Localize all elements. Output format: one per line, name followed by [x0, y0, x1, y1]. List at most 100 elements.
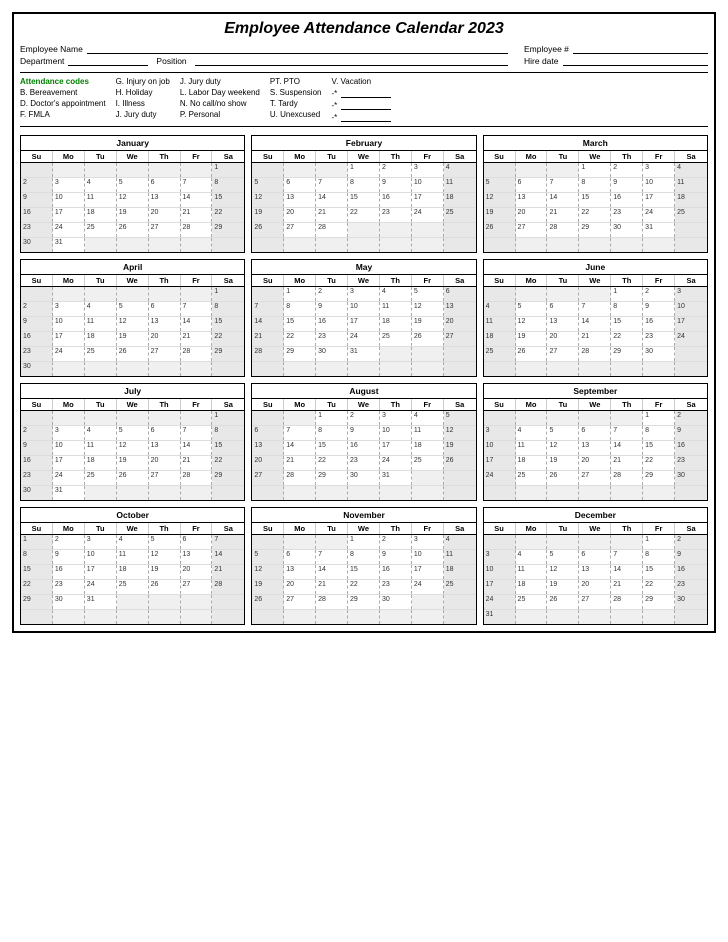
day-9: 9	[380, 550, 412, 564]
day-number: 18	[87, 209, 95, 216]
day-number: 6	[581, 427, 585, 434]
day-header-we: We	[117, 151, 149, 162]
day-22: 22	[212, 208, 244, 222]
day-empty	[675, 610, 707, 624]
day-number: 21	[254, 333, 262, 340]
cal-row-1: AprilSuMoTuWeThFrSa123456789101112131415…	[20, 259, 708, 377]
day-empty	[117, 411, 149, 425]
day-28: 28	[547, 223, 579, 237]
day-number: 30	[677, 596, 685, 603]
day-number: 22	[645, 581, 653, 588]
day-number: 2	[55, 536, 59, 543]
day-number: 8	[613, 303, 617, 310]
day-empty	[643, 362, 675, 376]
day-number: 1	[645, 412, 649, 419]
day-1: 1	[348, 163, 380, 177]
day-27: 27	[284, 595, 316, 609]
day-empty	[212, 486, 244, 500]
day-number: 19	[119, 209, 127, 216]
day-header-mo: Mo	[284, 151, 316, 162]
month-title-december: December	[484, 508, 707, 523]
day-number: 9	[318, 303, 322, 310]
day-number: 12	[254, 566, 262, 573]
month-title-june: June	[484, 260, 707, 275]
day-17: 17	[53, 208, 85, 222]
day-3: 3	[675, 287, 707, 301]
day-10: 10	[412, 178, 444, 192]
day-13: 13	[516, 193, 548, 207]
week-4: 23242526272829	[21, 347, 244, 362]
cal-body: 1234567891011121314151617181920212223242…	[484, 163, 707, 252]
day-number: 23	[318, 333, 326, 340]
day-empty	[21, 610, 53, 624]
day-header-tu: Tu	[316, 151, 348, 162]
day-4: 4	[85, 426, 117, 440]
week-3: 20212223242526	[252, 456, 475, 471]
codes-col-2: G. Injury on job H. Holiday I. Illness J…	[116, 77, 170, 122]
day-29: 29	[21, 595, 53, 609]
day-empty	[444, 486, 476, 500]
day-empty	[547, 411, 579, 425]
day-23: 23	[21, 347, 53, 361]
day-30: 30	[348, 471, 380, 485]
day-empty	[252, 238, 284, 252]
day-1: 1	[316, 411, 348, 425]
day-empty	[149, 411, 181, 425]
day-22: 22	[611, 332, 643, 346]
day-13: 13	[149, 193, 181, 207]
day-number: 6	[549, 303, 553, 310]
day-19: 19	[484, 208, 516, 222]
hire-date-row: Hire date	[524, 56, 708, 66]
day-headers-row: SuMoTuWeThFrSa	[484, 523, 707, 535]
day-1: 1	[284, 287, 316, 301]
day-number: 17	[645, 194, 653, 201]
day-number: 31	[350, 348, 358, 355]
day-6: 6	[579, 550, 611, 564]
day-number: 17	[677, 318, 685, 325]
day-31: 31	[484, 610, 516, 624]
day-28: 28	[212, 580, 244, 594]
day-4: 4	[412, 411, 444, 425]
week-1: 891011121314	[21, 550, 244, 565]
week-2: 15161718192021	[21, 565, 244, 580]
day-number: 13	[518, 194, 526, 201]
day-empty	[316, 238, 348, 252]
day-9: 9	[643, 302, 675, 316]
day-number: 19	[518, 333, 526, 340]
month-june: JuneSuMoTuWeThFrSa1234567891011121314151…	[483, 259, 708, 377]
week-1: 78910111213	[252, 302, 475, 317]
day-27: 27	[547, 347, 579, 361]
day-9: 9	[675, 426, 707, 440]
day-number: 21	[613, 581, 621, 588]
day-number: 26	[254, 596, 262, 603]
day-number: 25	[87, 348, 95, 355]
day-7: 7	[284, 426, 316, 440]
day-number: 25	[414, 457, 422, 464]
day-8: 8	[348, 178, 380, 192]
day-number: 3	[677, 288, 681, 295]
day-number: 4	[382, 288, 386, 295]
day-5: 5	[117, 178, 149, 192]
day-number: 30	[23, 239, 31, 246]
day-header-su: Su	[484, 399, 516, 410]
day-number: 4	[414, 412, 418, 419]
day-26: 26	[412, 332, 444, 346]
day-number: 9	[677, 427, 681, 434]
day-number: 14	[286, 442, 294, 449]
day-empty	[579, 610, 611, 624]
day-24: 24	[380, 456, 412, 470]
codes-title: Attendance codes	[20, 77, 106, 86]
cal-body: 1234567891011121314151617181920212223242…	[484, 535, 707, 624]
day-number: 30	[350, 472, 358, 479]
week-1: 6789101112	[252, 426, 475, 441]
day-number: 18	[414, 442, 422, 449]
day-number: 13	[183, 551, 191, 558]
department-line	[68, 56, 148, 66]
day-28: 28	[579, 347, 611, 361]
day-empty	[149, 287, 181, 301]
day-number: 5	[119, 179, 123, 186]
day-number: 29	[23, 596, 31, 603]
codes-col-5: V. Vacation -* -* -*	[331, 77, 391, 122]
day-10: 10	[412, 550, 444, 564]
day-number: 13	[254, 442, 262, 449]
